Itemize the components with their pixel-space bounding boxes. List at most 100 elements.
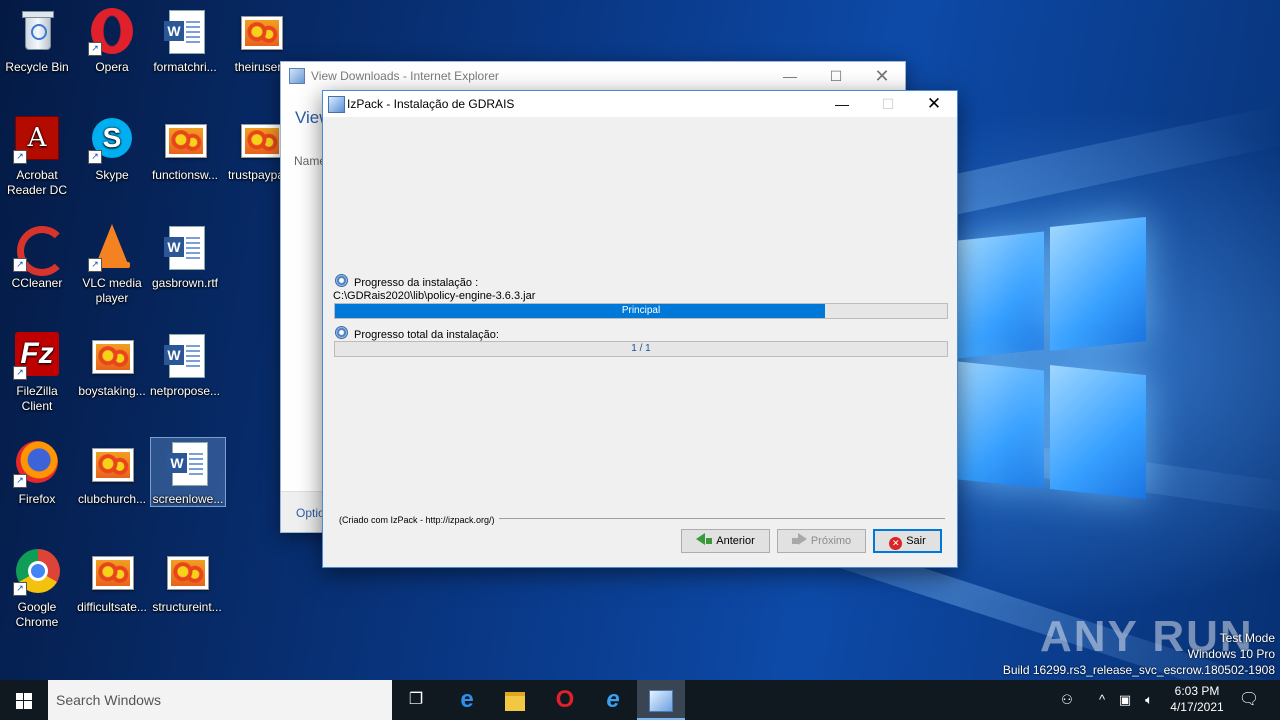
pack-progress-text: Principal: [621, 305, 661, 316]
desktop-icon-label: formatchri...: [153, 60, 217, 74]
desktop-icon-skype[interactable]: S ↗ Skype: [75, 116, 149, 183]
total-progress-label: Progresso total da instalação:: [354, 329, 499, 341]
stop-icon: ✕: [889, 537, 903, 550]
word-document-icon: [161, 332, 209, 380]
izpack-credit: (Criado com IzPack - http://izpack.org/): [339, 515, 499, 525]
desktop-icon-formatchri[interactable]: formatchri...: [148, 8, 222, 75]
build-text: Build 16299.rs3_release_svc_escrow.18050…: [1002, 663, 1275, 677]
image-file-icon: [237, 116, 285, 164]
izpack-taskbar-icon[interactable]: [637, 680, 685, 720]
desktop-icon-label: Skype: [95, 168, 129, 182]
desktop-icon-label: Firefox: [18, 492, 56, 506]
install-progress-label: Progresso da instalação :: [354, 277, 479, 289]
desktop-icon-label: Recycle Bin: [5, 60, 69, 74]
opera-taskbar-icon[interactable]: O: [541, 680, 589, 720]
image-file-icon: [88, 548, 136, 596]
desktop-icon-difficultsate[interactable]: difficultsate...: [75, 548, 149, 615]
acrobat-icon: A ↗: [13, 116, 61, 164]
next-button-label: Próximo: [810, 535, 852, 547]
total-progress-text: 1 / 1: [631, 343, 651, 354]
internet-explorer-icon[interactable]: e: [589, 680, 637, 720]
current-file-path: C:\GDRais2020\lib\policy-engine-3.6.3.ja…: [333, 290, 536, 302]
back-button[interactable]: Anterior: [681, 529, 770, 553]
filezilla-icon: Fz ↗: [13, 332, 61, 380]
izpack-titlebar[interactable]: IzPack - Instalação de GDRAIS — ☐ ✕: [323, 91, 957, 117]
vlc-icon: ↗: [88, 224, 136, 272]
desktop-icon-recycle-bin[interactable]: Recycle Bin: [0, 8, 74, 75]
ie-maximize-button[interactable]: ☐: [813, 62, 859, 90]
shortcut-arrow-icon: ↗: [13, 474, 27, 488]
notification-icon[interactable]: 🗨︎: [1234, 680, 1264, 720]
image-file-icon: [237, 8, 285, 56]
quit-button[interactable]: ✕ Sair: [873, 529, 942, 553]
shortcut-arrow-icon: ↗: [88, 258, 102, 272]
ie-minimize-button[interactable]: —: [767, 62, 813, 90]
desktop-icon-firefox[interactable]: ↗ Firefox: [0, 440, 74, 507]
total-progress-bar: 1 / 1: [334, 341, 948, 357]
desktop-icon-filezilla[interactable]: Fz ↗ FileZilla Client: [0, 332, 74, 414]
install-progress-label-row: Progresso da instalação :: [335, 274, 478, 289]
ccleaner-icon: ↗: [13, 224, 67, 276]
arrow-left-tail: [706, 538, 713, 544]
izpack-minimize-button[interactable]: —: [819, 91, 865, 117]
ie-close-button[interactable]: ✕: [859, 62, 905, 90]
desktop-icon-ccleaner[interactable]: ↗ CCleaner: [0, 224, 74, 291]
skype-icon: S ↗: [88, 116, 136, 164]
ie-window-icon: [289, 68, 305, 84]
gear-icon: [335, 326, 348, 339]
taskbar-clock[interactable]: 6:03 PM 4/17/2021: [1162, 683, 1232, 715]
desktop-icon-label: screenlowe...: [152, 492, 224, 506]
word-document-icon: [164, 440, 212, 488]
quit-button-label: Sair: [906, 535, 926, 547]
izpack-window-title: IzPack - Instalação de GDRAIS: [347, 97, 515, 111]
izpack-installer-window[interactable]: IzPack - Instalação de GDRAIS — ☐ ✕ Prog…: [322, 90, 958, 568]
desktop-icon-clubchurch[interactable]: clubchurch...: [75, 440, 149, 507]
file-explorer-icon[interactable]: [491, 680, 539, 720]
izpack-app-icon: [328, 96, 345, 113]
izpack-close-button[interactable]: ✕: [911, 91, 957, 117]
desktop-icon-functionsw[interactable]: functionsw...: [148, 116, 222, 183]
desktop-icon-label: VLC media player: [82, 276, 142, 305]
pack-progress-bar: Principal: [334, 303, 948, 319]
desktop-icon-gasbrown[interactable]: gasbrown.rtf: [148, 224, 222, 291]
desktop-icon-screenlowe[interactable]: screenlowe...: [150, 437, 226, 507]
desktop-icon-label: Opera: [95, 60, 129, 74]
gear-icon: [335, 274, 348, 287]
volume-icon[interactable]: 🔈︎: [1138, 680, 1160, 720]
shortcut-arrow-icon: ↗: [13, 366, 27, 380]
taskbar-search-box[interactable]: Search Windows: [48, 680, 392, 720]
arrow-left-icon: [696, 533, 706, 545]
desktop-icon-label: clubchurch...: [77, 492, 147, 506]
arrow-right-icon: [797, 533, 807, 545]
system-info: Test Mode Windows 10 Pro Build 16299.rs3…: [1003, 630, 1275, 678]
start-button[interactable]: [0, 680, 48, 720]
recycle-bin-icon: [13, 8, 61, 56]
network-icon[interactable]: ▣: [1114, 680, 1136, 720]
desktop-icon-structureint[interactable]: structureint...: [150, 548, 224, 615]
chevron-up-icon[interactable]: ^: [1092, 680, 1112, 720]
search-placeholder: Search Windows: [56, 692, 162, 708]
shortcut-arrow-icon: ↗: [13, 150, 27, 164]
shortcut-arrow-icon: ↗: [13, 582, 27, 596]
desktop-icon-boystaking[interactable]: boystaking...: [75, 332, 149, 399]
desktop-icon-chrome[interactable]: ↗ Google Chrome: [0, 548, 74, 630]
desktop-icon-acrobat[interactable]: A ↗ Acrobat Reader DC: [0, 116, 74, 198]
izpack-maximize-button[interactable]: ☐: [865, 91, 911, 117]
word-document-icon: [161, 8, 209, 56]
desktop-icon-opera[interactable]: ↗ Opera: [75, 8, 149, 75]
edge-icon[interactable]: e: [443, 680, 491, 720]
desktop-icon-label: functionsw...: [151, 168, 219, 182]
desktop-icon-vlc[interactable]: ↗ VLC media player: [75, 224, 149, 306]
image-file-icon: [163, 548, 211, 596]
task-view-icon[interactable]: ❐: [392, 680, 440, 720]
next-button[interactable]: Próximo: [777, 529, 866, 553]
ie-window-title: View Downloads - Internet Explorer: [311, 69, 499, 83]
ie-options-link[interactable]: Optio: [296, 506, 325, 520]
test-mode-text: Test Mode: [1219, 631, 1275, 645]
total-progress-label-row: Progresso total da instalação:: [335, 326, 499, 341]
people-icon[interactable]: ⚇: [1054, 680, 1080, 720]
desktop-icon-netpropose[interactable]: netpropose...: [148, 332, 222, 399]
os-edition-text: Windows 10 Pro: [1187, 647, 1275, 661]
desktop-icon-label: CCleaner: [11, 276, 63, 290]
chrome-icon: ↗: [13, 548, 61, 596]
